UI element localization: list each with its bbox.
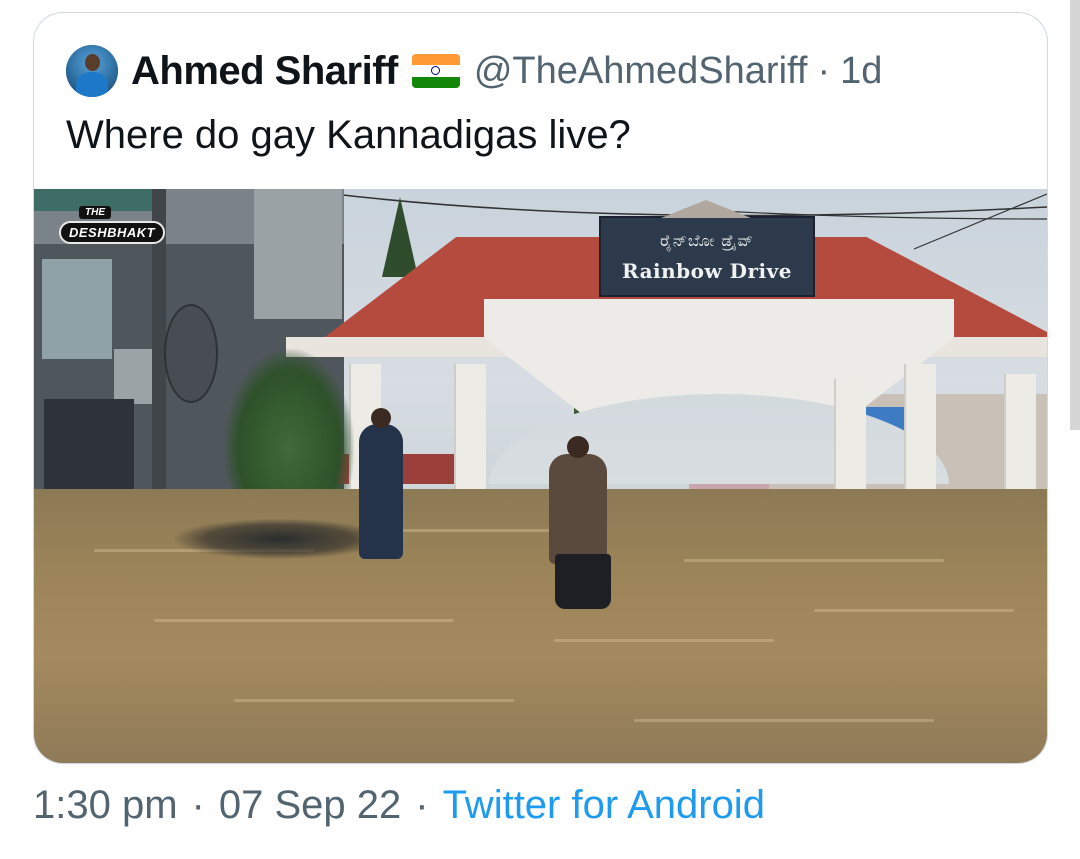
india-flag-icon bbox=[411, 54, 460, 88]
tweet-metadata: 1:30 pm · 07 Sep 22 · Twitter for Androi… bbox=[33, 783, 765, 828]
tweet-age[interactable]: 1d bbox=[840, 50, 882, 93]
tweet-header: Ahmed Shariff @TheAhmedShariff · 1d bbox=[66, 45, 882, 97]
deshbhakt-watermark-logo: THE DESHBHAKT bbox=[59, 206, 169, 251]
tweet-detail-page: Ahmed Shariff @TheAhmedShariff · 1d Wher… bbox=[0, 0, 1080, 859]
quoted-tweet-card[interactable]: Ahmed Shariff @TheAhmedShariff · 1d Wher… bbox=[33, 12, 1048, 764]
tweet-source-link[interactable]: Twitter for Android bbox=[443, 783, 765, 828]
tweet-time[interactable]: 1:30 pm bbox=[33, 783, 178, 828]
separator-dot: · bbox=[191, 783, 205, 827]
scrollbar[interactable] bbox=[1070, 0, 1080, 430]
author-handle[interactable]: @TheAhmedShariff bbox=[474, 50, 808, 93]
tweet-media-photo[interactable]: ರೈನ್‌ಬೋ ಡ್ರೈವ್ Rainbow Drive THE DESHBHA… bbox=[34, 189, 1047, 763]
separator-dot: · bbox=[817, 49, 831, 92]
watermark-the: THE bbox=[79, 206, 111, 219]
person-wading bbox=[549, 436, 611, 609]
sign-kannada-text: ರೈನ್‌ಬೋ ಡ್ರೈವ್ bbox=[660, 230, 754, 250]
pine-tree bbox=[382, 197, 418, 277]
tweet-text: Where do gay Kannadigas live? bbox=[66, 113, 631, 157]
street-lamp bbox=[164, 304, 218, 403]
person-standing bbox=[359, 408, 403, 559]
rainbow-drive-sign: ರೈನ್‌ಬೋ ಡ್ರೈವ್ Rainbow Drive bbox=[599, 200, 815, 297]
watermark-main: DESHBHAKT bbox=[59, 221, 166, 244]
author-display-name[interactable]: Ahmed Shariff bbox=[131, 49, 398, 94]
separator-dot: · bbox=[415, 783, 429, 827]
submerged-bike bbox=[174, 519, 384, 559]
avatar[interactable] bbox=[66, 45, 118, 97]
sign-english-text: Rainbow Drive bbox=[621, 258, 792, 283]
tweet-date[interactable]: 07 Sep 22 bbox=[219, 783, 401, 828]
